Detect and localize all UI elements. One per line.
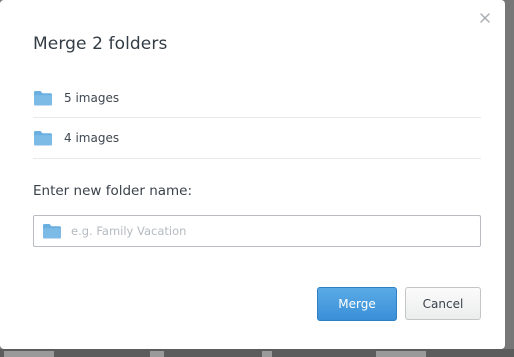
- folder-label: 4 images: [64, 131, 120, 145]
- folder-name-input[interactable]: [71, 224, 431, 238]
- folder-name-field[interactable]: [33, 215, 481, 247]
- folder-list: 5 images 4 images: [33, 78, 481, 159]
- merge-button[interactable]: Merge: [317, 287, 397, 321]
- folder-icon: [33, 130, 53, 146]
- folder-list-item: 5 images: [33, 78, 481, 118]
- folder-icon: [33, 90, 53, 106]
- backdrop-tile: [376, 351, 426, 357]
- folder-icon: [42, 223, 62, 239]
- cancel-button[interactable]: Cancel: [405, 287, 481, 320]
- folder-list-item: 4 images: [33, 118, 481, 159]
- folder-name-label: Enter new folder name:: [33, 183, 193, 199]
- merge-folders-dialog: Merge 2 folders 5 images 4 images Enter …: [0, 0, 505, 349]
- close-icon: [480, 13, 490, 23]
- folder-label: 5 images: [64, 90, 120, 105]
- backdrop-tile: [262, 351, 272, 357]
- dialog-title: Merge 2 folders: [33, 34, 168, 54]
- close-button[interactable]: [477, 10, 493, 26]
- backdrop-tile: [150, 351, 164, 357]
- backdrop-strip: [0, 349, 514, 357]
- backdrop-tile: [4, 351, 54, 357]
